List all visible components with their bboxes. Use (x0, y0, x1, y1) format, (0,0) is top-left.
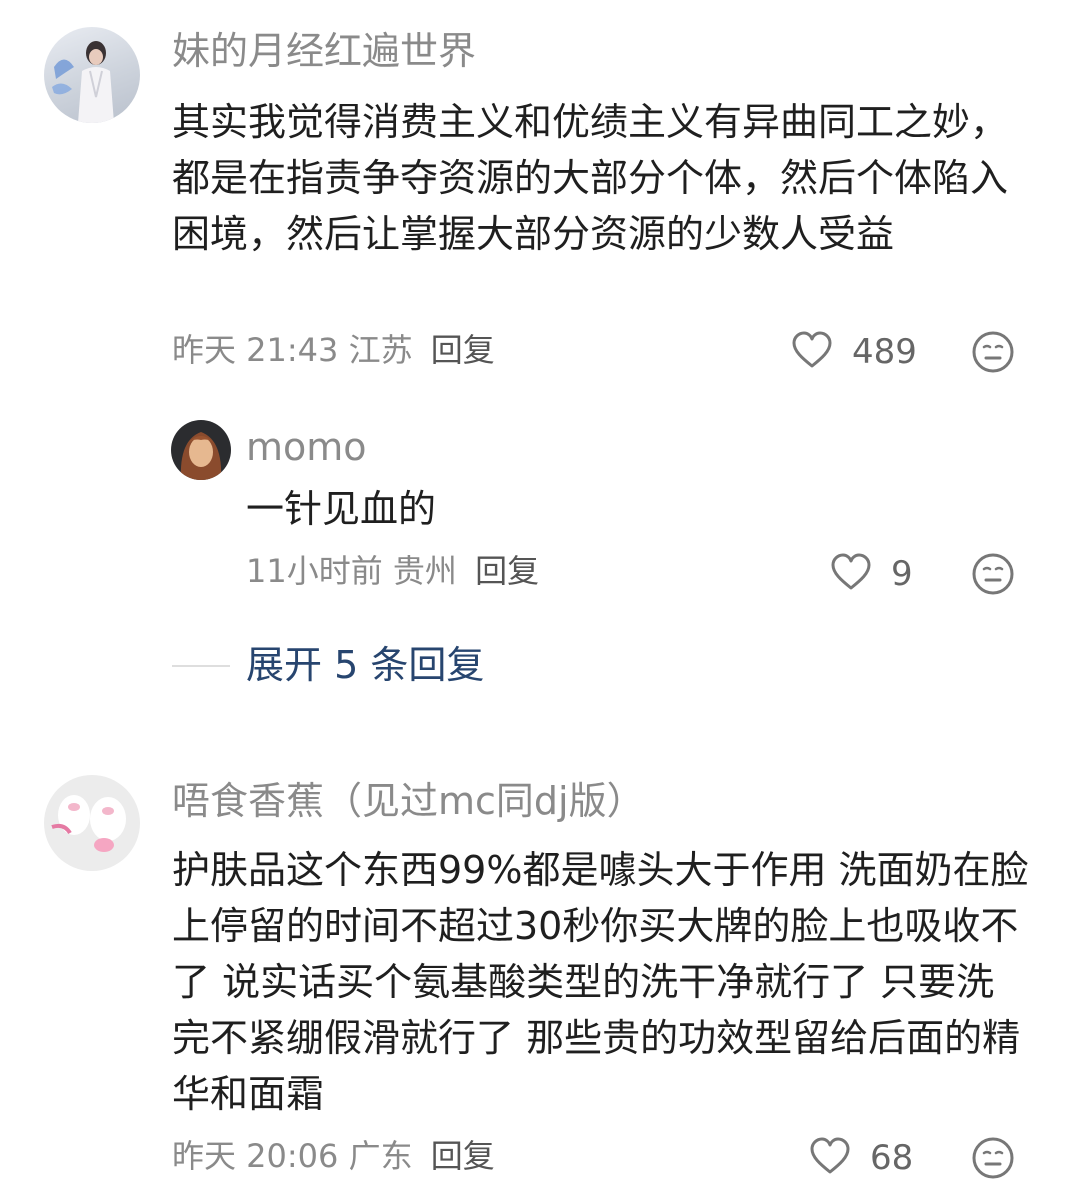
comment-text: 护肤品这个东西99%都是噱头大于作用 洗面奶在脸上停留的时间不超过30秒你买大牌… (172, 848, 1029, 1116)
avatar[interactable] (44, 775, 140, 871)
reply-meta: 11小时前 贵州 回复 (246, 555, 539, 587)
like-count: 489 (852, 332, 917, 372)
like-button[interactable]: 489 (790, 330, 917, 374)
heart-outline-icon (829, 552, 873, 596)
comment-time: 昨天 21:43 (172, 331, 339, 369)
reply-button[interactable]: 回复 (431, 1137, 495, 1175)
comment-time: 昨天 20:06 (172, 1137, 339, 1175)
like-count: 9 (891, 554, 913, 594)
reply-time: 11小时前 (246, 552, 383, 590)
expand-divider (172, 665, 230, 667)
emoji-react-button[interactable] (971, 330, 1015, 378)
comment-location: 广东 (348, 1137, 413, 1175)
reply-username[interactable]: momo (246, 428, 367, 466)
avatar[interactable] (171, 420, 231, 480)
avatar-image (52, 41, 114, 123)
heart-outline-icon (790, 330, 834, 374)
heart-outline-icon (808, 1136, 852, 1180)
emoji-react-button[interactable] (971, 1136, 1015, 1184)
reply-button[interactable]: 回复 (475, 552, 539, 590)
avatar-image (51, 795, 126, 852)
emoji-react-button[interactable] (971, 552, 1015, 600)
comment-username[interactable]: 唔食香蕉（见过mc同dj版） (172, 782, 645, 820)
like-button[interactable]: 68 (808, 1136, 913, 1180)
neutral-face-icon (971, 1136, 1015, 1184)
comment-text: 其实我觉得消费主义和优绩主义有异曲同工之妙，都是在指责争夺资源的大部分个体，然后… (172, 100, 1009, 256)
like-button[interactable]: 9 (829, 552, 913, 596)
comment-location: 江苏 (348, 331, 413, 369)
comment-username[interactable]: 妹的月经红遍世界 (172, 32, 476, 70)
comment-meta: 昨天 20:06 广东 回复 (172, 1140, 495, 1172)
neutral-face-icon (971, 552, 1015, 600)
comment-meta: 昨天 21:43 江苏 回复 (172, 334, 495, 366)
reply-button[interactable]: 回复 (431, 331, 495, 369)
avatar-image (180, 432, 222, 480)
neutral-face-icon (971, 330, 1015, 378)
reply-location: 贵州 (392, 552, 457, 590)
expand-replies-link[interactable]: 展开 5 条回复 (246, 646, 484, 684)
reply-text: 一针见血的 (246, 487, 437, 531)
like-count: 68 (870, 1138, 914, 1178)
avatar[interactable] (44, 27, 140, 123)
